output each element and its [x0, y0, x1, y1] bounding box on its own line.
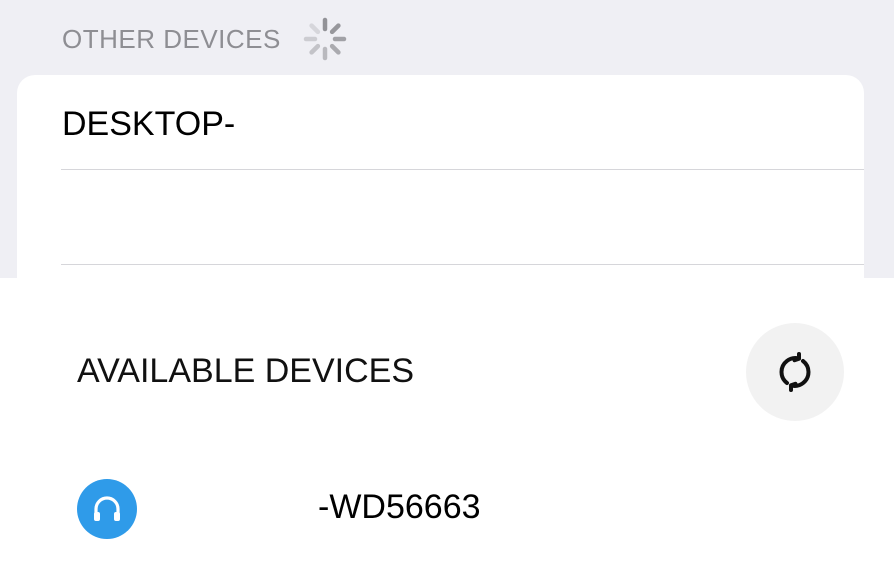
- other-devices-header-label: OTHER DEVICES: [62, 23, 281, 54]
- loading-spinner-icon: [303, 17, 347, 61]
- available-devices-title: AVAILABLE DEVICES: [77, 352, 414, 390]
- device-name: -WD56663: [318, 488, 481, 526]
- refresh-button[interactable]: [746, 323, 844, 421]
- list-item[interactable]: DESKTOP-: [17, 75, 864, 170]
- available-devices-sheet: AVAILABLE DEVICES -WD56663: [0, 278, 894, 569]
- other-devices-list: DESKTOP-: [17, 75, 864, 295]
- headphones-icon: [77, 479, 137, 539]
- list-item[interactable]: [17, 170, 864, 265]
- other-devices-header: OTHER DEVICES: [62, 22, 281, 56]
- list-item[interactable]: -WD56663: [0, 466, 894, 552]
- refresh-icon: [779, 352, 811, 392]
- other-devices-section: OTHER DEVICES DESKTOP-: [0, 0, 894, 295]
- device-name: DESKTOP-: [62, 105, 236, 143]
- divider: [61, 264, 864, 265]
